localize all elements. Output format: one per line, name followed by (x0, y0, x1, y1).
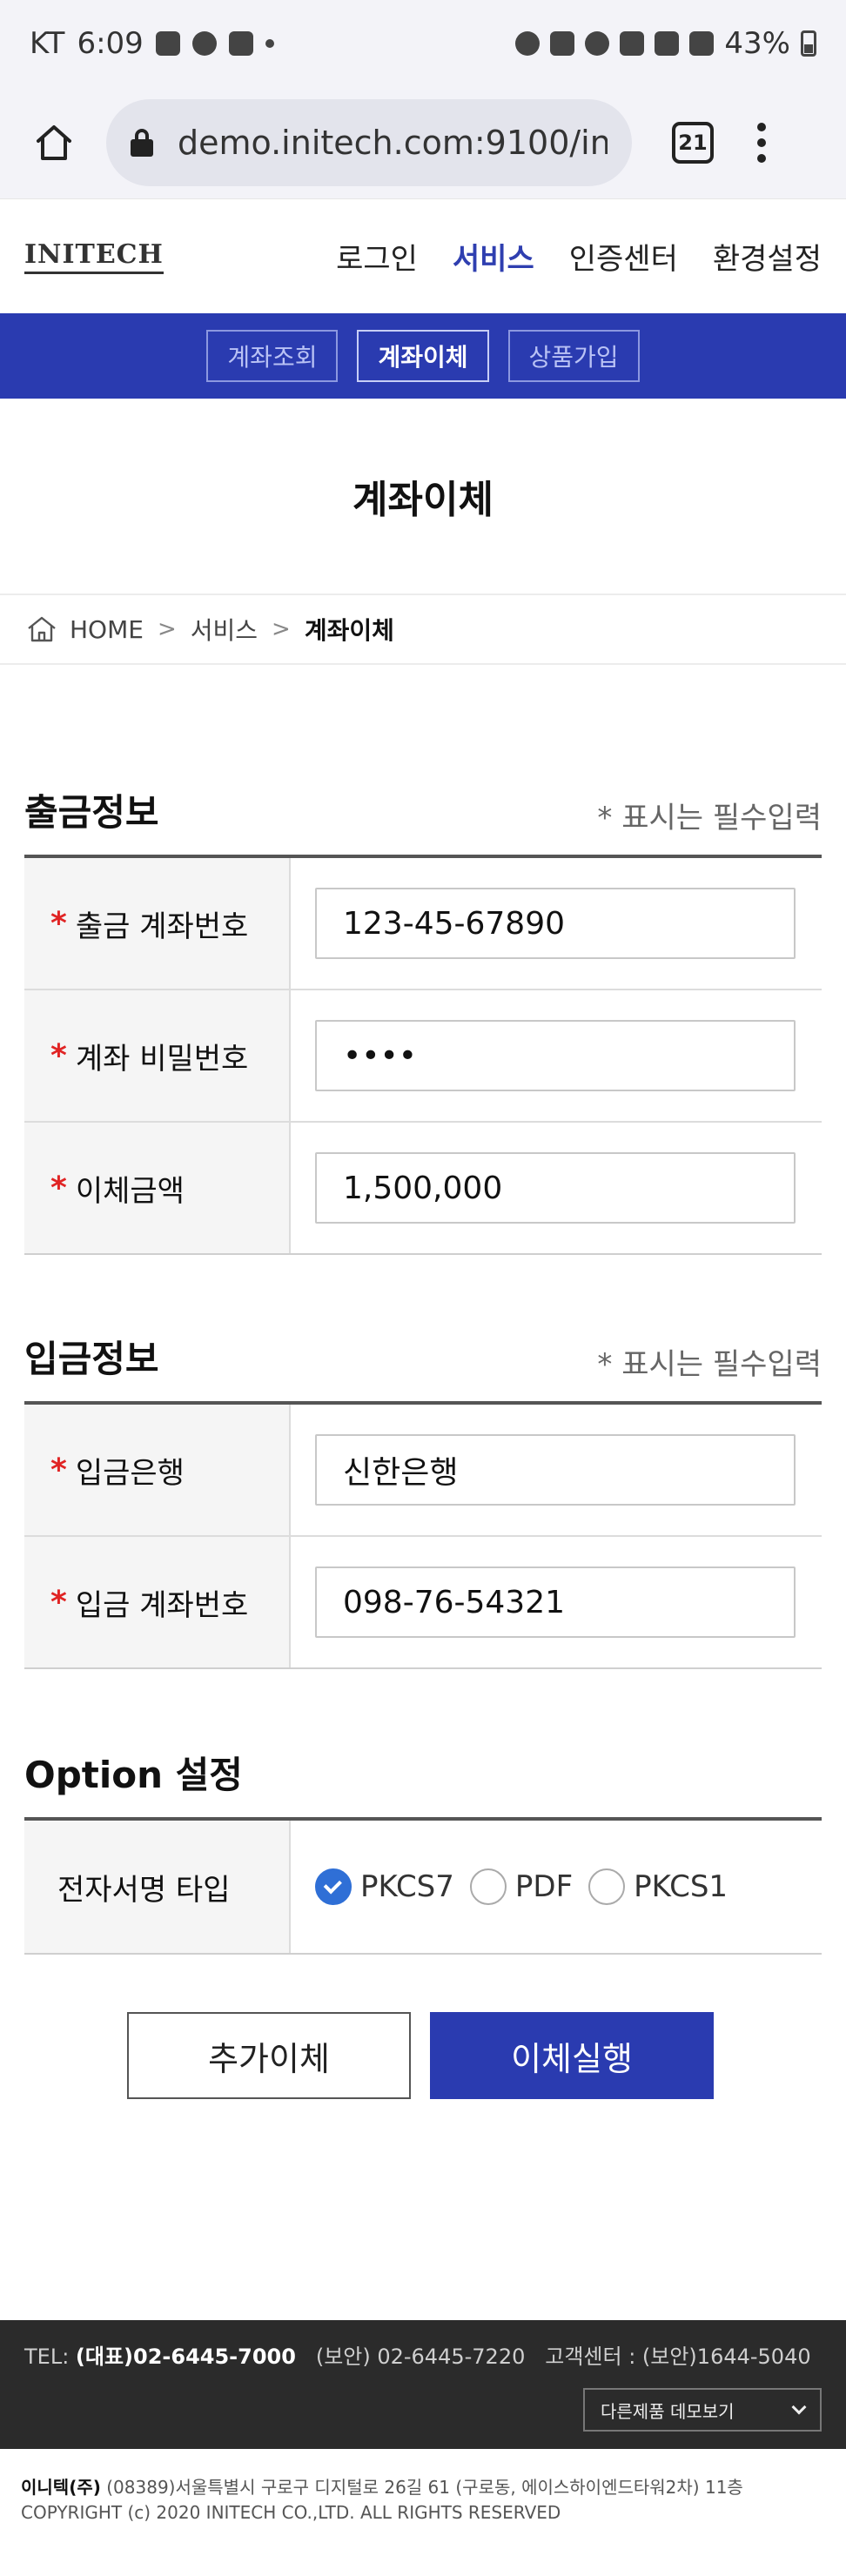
radio-unchecked-icon (588, 1868, 626, 1905)
browser-menu-button[interactable] (757, 123, 766, 163)
gallery-notification-icon (155, 31, 180, 56)
tel-security: (보안) 02-6445-7220 (315, 2345, 526, 2369)
5g-icon (655, 31, 680, 56)
chevron-down-icon (791, 2399, 807, 2415)
option-section-header: Option 설정 (24, 1746, 822, 1799)
nav-login[interactable]: 로그인 (336, 235, 418, 278)
form-row: 전자서명 타입 PKCS7 PDF PKCS1 (24, 1821, 822, 1955)
company-address: 이니텍(주) (08389)서울특별시 구로구 디지털로 26길 61 (구로동… (21, 2477, 743, 2498)
more-vert-icon (757, 123, 766, 131)
home-icon (37, 125, 71, 160)
deposit-section-header: 입금정보 * 표시는 필수입력 (24, 1330, 822, 1383)
breadcrumb-home[interactable]: HOME (70, 615, 144, 644)
alarm-icon (515, 31, 540, 56)
initech-logo[interactable]: INITECH (24, 239, 164, 274)
talk-notification-icon (191, 31, 217, 56)
site-header: INITECH 로그인 서비스 인증센터 환경설정 (0, 198, 846, 313)
home-icon (28, 616, 56, 642)
withdraw-form: *출금 계좌번호 *계좌 비밀번호 *이체금액 (24, 855, 822, 1255)
clock: 6:09 (77, 26, 144, 61)
nav-settings[interactable]: 환경설정 (713, 235, 822, 278)
option-form: 전자서명 타입 PKCS7 PDF PKCS1 (24, 1817, 822, 1955)
radio-checked-icon (315, 1868, 352, 1905)
option-section-title: Option 설정 (24, 1754, 243, 1796)
execute-transfer-button[interactable]: 이체실행 (430, 2012, 714, 2099)
required-mark: * (50, 1170, 67, 1206)
radio-pkcs7[interactable]: PKCS7 (315, 1868, 454, 1905)
subnav-transfer[interactable]: 계좌이체 (357, 330, 489, 382)
hd-icon (620, 31, 645, 56)
carrier-label: KT (30, 26, 65, 61)
tab-switcher-button[interactable]: 21 (672, 122, 714, 164)
chevron-right-icon: > (157, 616, 177, 642)
other-products-select[interactable]: 다른제품 데모보기 (583, 2388, 822, 2432)
main-nav: 로그인 서비스 인증센터 환경설정 (336, 235, 822, 278)
radio-unchecked-icon (469, 1868, 507, 1905)
withdraw-section-title: 출금정보 (24, 791, 159, 834)
field-label: * 입금 계좌번호 (24, 1537, 291, 1667)
customer-center: 고객센터 : (보안)1644-5040 (545, 2345, 811, 2369)
battery-percent: 43% (724, 26, 790, 61)
form-row: * 입금은행 (24, 1405, 822, 1537)
address-bar[interactable]: demo.initech.com:9100/initech (106, 99, 632, 186)
footer-info: 이니텍(주) (08389)서울특별시 구로구 디지털로 26길 61 (구로동… (0, 2449, 846, 2576)
field-label: 전자서명 타입 (24, 1821, 291, 1953)
radio-pkcs1[interactable]: PKCS1 (588, 1868, 728, 1905)
status-bar: KT 6:09 43% (0, 0, 846, 87)
subnav-account-inquiry[interactable]: 계좌조회 (206, 330, 339, 382)
mute-icon (550, 31, 575, 56)
signal-icon (689, 31, 715, 56)
signature-type-radio-group: PKCS7 PDF PKCS1 (315, 1868, 728, 1905)
field-label: * 출금 계좌번호 (24, 858, 291, 989)
deposit-bank-input[interactable] (315, 1434, 796, 1506)
withdraw-account-input[interactable] (315, 888, 796, 959)
footer-contact-bar: TEL: (대표)02-6445-7000 (보안) 02-6445-7220 … (0, 2320, 846, 2449)
tel-main: (대표)02-6445-7000 (75, 2345, 296, 2369)
field-label: * 이체금액 (24, 1123, 291, 1253)
required-mark: * (50, 1037, 67, 1074)
required-mark: * (50, 1452, 67, 1488)
lock-icon (131, 129, 153, 157)
deposit-form: *입금은행 *입금 계좌번호 (24, 1401, 822, 1669)
form-row: * 이체금액 (24, 1123, 822, 1255)
deposit-account-input[interactable] (315, 1566, 796, 1638)
field-label: * 계좌 비밀번호 (24, 990, 291, 1121)
sub-nav: 계좌조회 계좌이체 상품가입 (0, 313, 846, 399)
form-row: * 출금 계좌번호 (24, 858, 822, 990)
nav-cert-center[interactable]: 인증센터 (569, 235, 678, 278)
url-text: demo.initech.com:9100/initech (178, 124, 608, 162)
breadcrumb-current: 계좌이체 (304, 616, 394, 645)
subnav-product-signup[interactable]: 상품가입 (507, 330, 640, 382)
breadcrumb: HOME > 서비스 > 계좌이체 (0, 594, 846, 665)
hotspot-icon (585, 31, 610, 56)
chevron-right-icon: > (272, 616, 291, 642)
field-label: * 입금은행 (24, 1405, 291, 1535)
add-transfer-button[interactable]: 추가이체 (127, 2012, 411, 2099)
deposit-section-title: 입금정보 (24, 1338, 159, 1380)
battery-icon (801, 30, 816, 57)
breadcrumb-service[interactable]: 서비스 (191, 612, 258, 647)
browser-home-button[interactable] (26, 115, 82, 171)
browser-toolbar: demo.initech.com:9100/initech 21 (0, 87, 846, 198)
form-row: * 계좌 비밀번호 (24, 990, 822, 1123)
message-notification-icon (228, 31, 253, 56)
nav-service[interactable]: 서비스 (453, 235, 534, 278)
copyright: COPYRIGHT (c) 2020 INITECH CO.,LTD. ALL … (21, 2502, 561, 2523)
transfer-amount-input[interactable] (315, 1152, 796, 1224)
required-mark: * (50, 905, 67, 942)
form-row: * 입금 계좌번호 (24, 1537, 822, 1669)
page-title: 계좌이체 (352, 478, 494, 522)
withdraw-section-header: 출금정보 * 표시는 필수입력 (24, 783, 822, 836)
required-note: * 표시는 필수입력 (597, 801, 822, 835)
account-password-input[interactable] (315, 1020, 796, 1091)
required-mark: * (50, 1584, 67, 1620)
required-note: * 표시는 필수입력 (597, 1347, 822, 1382)
more-notifications-icon (265, 39, 274, 48)
footer-contact: TEL: (대표)02-6445-7000 (보안) 02-6445-7220 … (24, 2345, 811, 2369)
radio-pdf[interactable]: PDF (469, 1868, 573, 1905)
